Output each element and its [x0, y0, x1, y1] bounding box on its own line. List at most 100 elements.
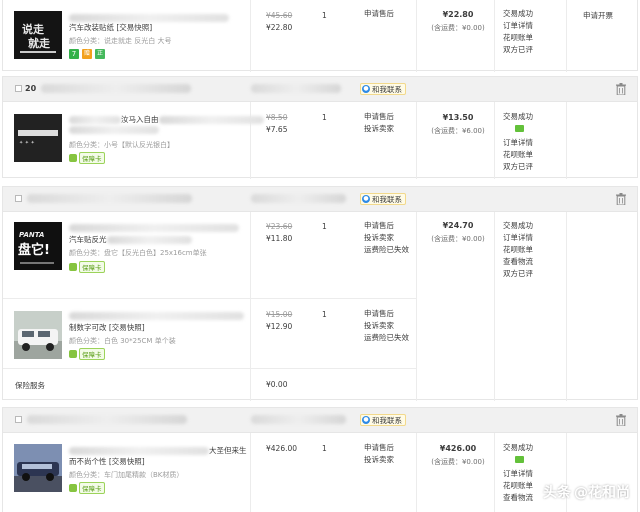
- contact-seller-button[interactable]: ● 和我联系: [360, 83, 406, 95]
- order-card: ● 和我联系 PANTA 盘它! 汽车贴反光 颜色分类：盘它【反光白色】25x1…: [2, 186, 638, 401]
- product-thumbnail[interactable]: ✦ ✦ ✦: [14, 114, 62, 162]
- payment-total: ¥13.50 (含运费：¥6.00): [421, 113, 495, 136]
- apply-after-sale-link[interactable]: 申请售后: [364, 308, 409, 320]
- product-title[interactable]: 汝马入自由: [69, 114, 264, 125]
- guarantee-card[interactable]: 保障卡: [69, 348, 105, 360]
- chat-icon[interactable]: [515, 125, 524, 132]
- contact-seller-button[interactable]: ● 和我联系: [360, 414, 406, 426]
- apply-after-sale-link[interactable]: 申请售后: [364, 8, 394, 20]
- view-logistics-link[interactable]: 查看物流: [503, 256, 555, 268]
- shipping-fee: (含运费：¥0.00): [431, 24, 485, 32]
- product-thumbnail[interactable]: [14, 444, 62, 492]
- wangwang-icon: ●: [362, 85, 370, 93]
- product-title-line2[interactable]: 汽车贴反光: [69, 234, 192, 245]
- product-title[interactable]: [69, 223, 239, 232]
- pay-amount: ¥24.70: [442, 221, 474, 230]
- original-price: ¥8.50: [266, 113, 288, 122]
- complain-seller-link[interactable]: 投诉卖家: [364, 320, 409, 332]
- blurred-order-info: [27, 415, 187, 424]
- apply-after-sale-link[interactable]: 申请售后: [364, 111, 394, 123]
- product-title[interactable]: [69, 13, 229, 22]
- both-reviewed-text: 双方已评: [503, 269, 533, 278]
- product-thumbnail[interactable]: 说走 就走: [14, 11, 62, 59]
- order-status: 交易成功 订单详情 花呗账单 双方已评: [503, 111, 555, 173]
- apply-after-sale-link[interactable]: 申请售后: [364, 442, 394, 454]
- huabei-bill-link[interactable]: 花呗账单: [503, 244, 555, 256]
- payment-total: ¥426.00 (含运费：¥0.00): [421, 444, 495, 467]
- insurance-service-label: 保险服务: [15, 381, 45, 390]
- shield-icon: [69, 154, 77, 162]
- quantity: 1: [322, 222, 327, 231]
- complain-seller-link[interactable]: 投诉卖家: [364, 232, 409, 244]
- toutiao-logo: 头条: [543, 485, 571, 501]
- badge-gift: 赠: [82, 49, 92, 59]
- both-reviewed-text: 双方已评: [503, 45, 533, 54]
- huabei-bill-link[interactable]: 花呗账单: [503, 149, 555, 161]
- complain-seller-link[interactable]: 投诉卖家: [364, 123, 394, 135]
- product-thumbnail[interactable]: [14, 311, 62, 359]
- product-title-line2[interactable]: [69, 125, 159, 134]
- guarantee-card[interactable]: 保障卡: [69, 152, 105, 164]
- product-spec: 颜色分类：盘它【反光白色】25x16cm单张: [69, 249, 207, 257]
- order-detail-link[interactable]: 订单详情: [503, 137, 555, 149]
- original-price: ¥23.60: [266, 222, 293, 231]
- both-reviewed-text: 双方已评: [503, 162, 533, 171]
- wangwang-icon: ●: [362, 416, 370, 424]
- contact-seller-button[interactable]: ● 和我联系: [360, 193, 406, 205]
- blurred-order-info: [41, 84, 191, 93]
- product-title-line2[interactable]: 汽车改装贴纸 [交易快照]: [69, 22, 152, 33]
- svg-text:就走: 就走: [28, 36, 50, 50]
- service-actions: 申请售后 投诉卖家: [364, 442, 394, 466]
- trash-icon[interactable]: [616, 414, 626, 426]
- shipping-fee: (含运费：¥6.00): [431, 127, 485, 135]
- select-order-checkbox[interactable]: [15, 85, 22, 92]
- order-card: 20 ● 和我联系 ✦ ✦ ✦ 汝马入自由 颜色分类：小号【默认反光银白】 保障…: [2, 76, 638, 179]
- huabei-bill-link[interactable]: 花呗账单: [503, 32, 555, 44]
- blurred-shop-name: [251, 194, 346, 203]
- unit-price: ¥22.80: [266, 23, 293, 32]
- product-title[interactable]: [69, 311, 244, 320]
- product-spec: 颜色分类：小号【默认反光银白】: [69, 141, 174, 149]
- svg-text:✦ ✦ ✦: ✦ ✦ ✦: [19, 140, 35, 146]
- product-spec: 颜色分类：说走就走 反光白 大号: [69, 37, 172, 45]
- contact-label: 和我联系: [372, 194, 402, 204]
- unit-price: ¥11.80: [266, 234, 293, 243]
- chat-icon[interactable]: [515, 456, 524, 463]
- order-detail-link[interactable]: 订单详情: [503, 468, 555, 480]
- apply-after-sale-link[interactable]: 申请售后: [364, 220, 409, 232]
- guarantee-card[interactable]: 保障卡: [69, 482, 105, 494]
- product-title[interactable]: 大圣但来生: [69, 445, 247, 456]
- service-actions: 申请售后 投诉卖家: [364, 111, 394, 135]
- guarantee-card[interactable]: 保障卡: [69, 261, 105, 273]
- payment-total: ¥24.70 (含运费：¥0.00): [421, 221, 495, 244]
- shipping-fee: (含运费：¥0.00): [431, 235, 485, 243]
- pay-amount: ¥13.50: [442, 113, 474, 122]
- product-title-line2[interactable]: 而不尚个性 [交易快照]: [69, 456, 145, 467]
- unit-price: ¥426.00: [266, 444, 298, 453]
- product-thumbnail[interactable]: PANTA 盘它!: [14, 222, 62, 270]
- trash-icon[interactable]: [616, 83, 626, 95]
- blurred-shop-name: [251, 415, 346, 424]
- trash-icon[interactable]: [616, 193, 626, 205]
- shipping-insurance-expired-text: 运费险已失效: [364, 245, 409, 254]
- order-header: ● 和我联系: [3, 187, 637, 212]
- shield-icon: [69, 263, 77, 271]
- svg-text:说走: 说走: [22, 22, 44, 36]
- pay-amount: ¥426.00: [439, 444, 477, 453]
- service-actions: 申请售后: [364, 8, 394, 20]
- product-title-line2[interactable]: 制数字可改 [交易快照]: [69, 322, 145, 333]
- service-actions: 申请售后 投诉卖家 运费险已失效: [364, 220, 409, 256]
- contact-label: 和我联系: [372, 84, 402, 94]
- select-order-checkbox[interactable]: [15, 195, 22, 202]
- product-spec: 颜色分类：白色 30*25CM 单个装: [69, 337, 176, 345]
- unit-price: ¥12.90: [266, 322, 293, 331]
- select-order-checkbox[interactable]: [15, 416, 22, 423]
- order-detail-link[interactable]: 订单详情: [503, 20, 555, 32]
- order-header: ● 和我联系: [3, 408, 637, 433]
- apply-invoice-button[interactable]: 申请开票: [583, 10, 613, 21]
- quantity: 1: [322, 310, 327, 319]
- trade-success-text: 交易成功: [503, 221, 533, 230]
- order-detail-link[interactable]: 订单详情: [503, 232, 555, 244]
- quantity: 1: [322, 444, 327, 453]
- complain-seller-link[interactable]: 投诉卖家: [364, 454, 394, 466]
